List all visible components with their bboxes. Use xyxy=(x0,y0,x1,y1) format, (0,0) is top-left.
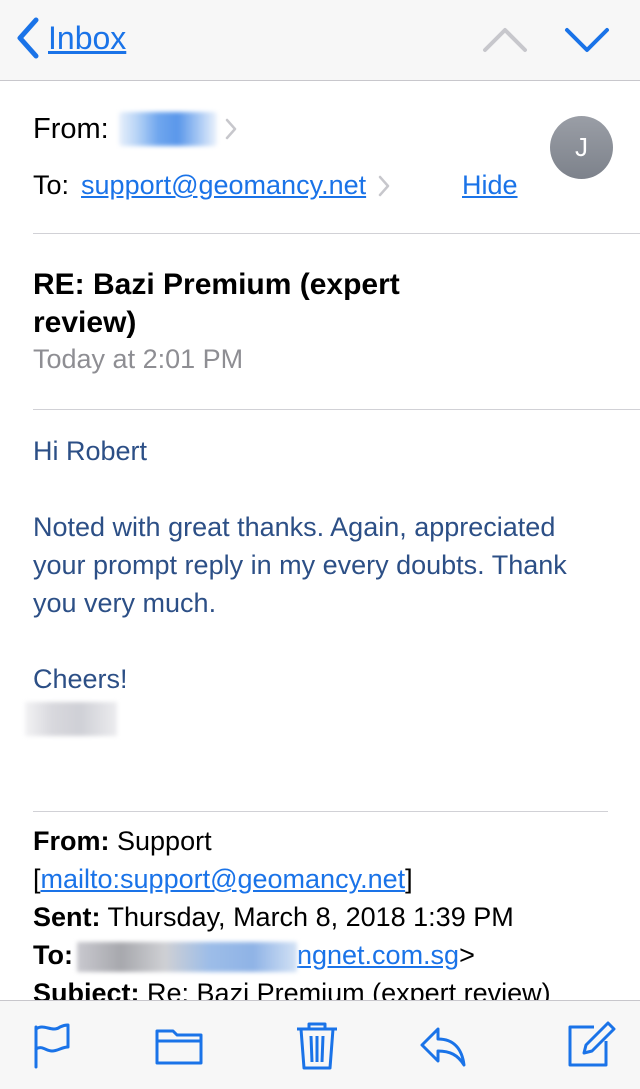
divider xyxy=(33,409,640,410)
chevron-up-icon[interactable] xyxy=(481,24,529,56)
compose-icon[interactable] xyxy=(564,1019,616,1071)
quoted-to-line: To: ngnet.com.sg> xyxy=(33,936,475,974)
chevron-down-icon[interactable] xyxy=(563,24,611,56)
message-date: Today at 2:01 PM xyxy=(33,344,244,374)
bracket-open: [ xyxy=(33,864,41,894)
divider xyxy=(33,233,640,234)
signoff-text: Cheers! xyxy=(33,664,128,694)
quoted-sent-value: Thursday, March 8, 2018 1:39 PM xyxy=(107,902,514,932)
from-label: From: xyxy=(33,112,109,145)
back-label: Inbox xyxy=(48,19,127,56)
message-subject: RE: Bazi Premium (expert review) xyxy=(33,268,400,339)
hide-details-link[interactable]: Hide xyxy=(462,170,518,201)
avatar-initial: J xyxy=(575,132,588,162)
quoted-from-value: Support xyxy=(117,826,212,856)
quote-divider xyxy=(33,811,608,812)
to-row: To: support@geomancy.net xyxy=(33,170,390,201)
avatar: J xyxy=(550,116,613,179)
quoted-sent-label: Sent: xyxy=(33,902,101,932)
back-to-inbox-button[interactable]: Inbox xyxy=(16,14,126,62)
quoted-to-redacted xyxy=(76,941,297,972)
bracket-close: ] xyxy=(405,864,413,894)
quoted-mailto-line: [mailto:support@geomancy.net] xyxy=(33,860,413,898)
trash-icon[interactable] xyxy=(291,1019,343,1071)
chevron-right-icon xyxy=(378,175,390,196)
to-email-link[interactable]: support@geomancy.net xyxy=(81,170,366,201)
folder-icon[interactable] xyxy=(153,1019,205,1071)
quoted-mailto-link[interactable]: mailto:support@geomancy.net xyxy=(41,864,406,894)
bottom-toolbar xyxy=(0,1000,640,1089)
body-paragraph: Noted with great thanks. Again, apprecia… xyxy=(33,512,567,618)
quoted-to-email-link[interactable]: ngnet.com.sg xyxy=(297,940,459,970)
to-label: To: xyxy=(33,170,70,200)
flag-icon[interactable] xyxy=(26,1019,78,1071)
quoted-from-label: From: xyxy=(33,826,110,856)
quoted-from-line: From: Support xyxy=(33,822,212,860)
greeting-text: Hi Robert xyxy=(33,436,148,466)
from-row: From: xyxy=(33,112,237,146)
quoted-sent-line: Sent: Thursday, March 8, 2018 1:39 PM xyxy=(33,898,514,936)
sender-name-redacted[interactable] xyxy=(118,112,217,146)
signature-redacted xyxy=(25,702,117,736)
chevron-left-icon xyxy=(17,17,39,59)
chevron-right-icon xyxy=(225,118,236,140)
quoted-to-suffix: > xyxy=(459,940,475,970)
navigation-bar: Inbox xyxy=(0,0,640,81)
reply-icon[interactable] xyxy=(416,1019,468,1071)
quoted-to-label: To: xyxy=(33,940,73,970)
